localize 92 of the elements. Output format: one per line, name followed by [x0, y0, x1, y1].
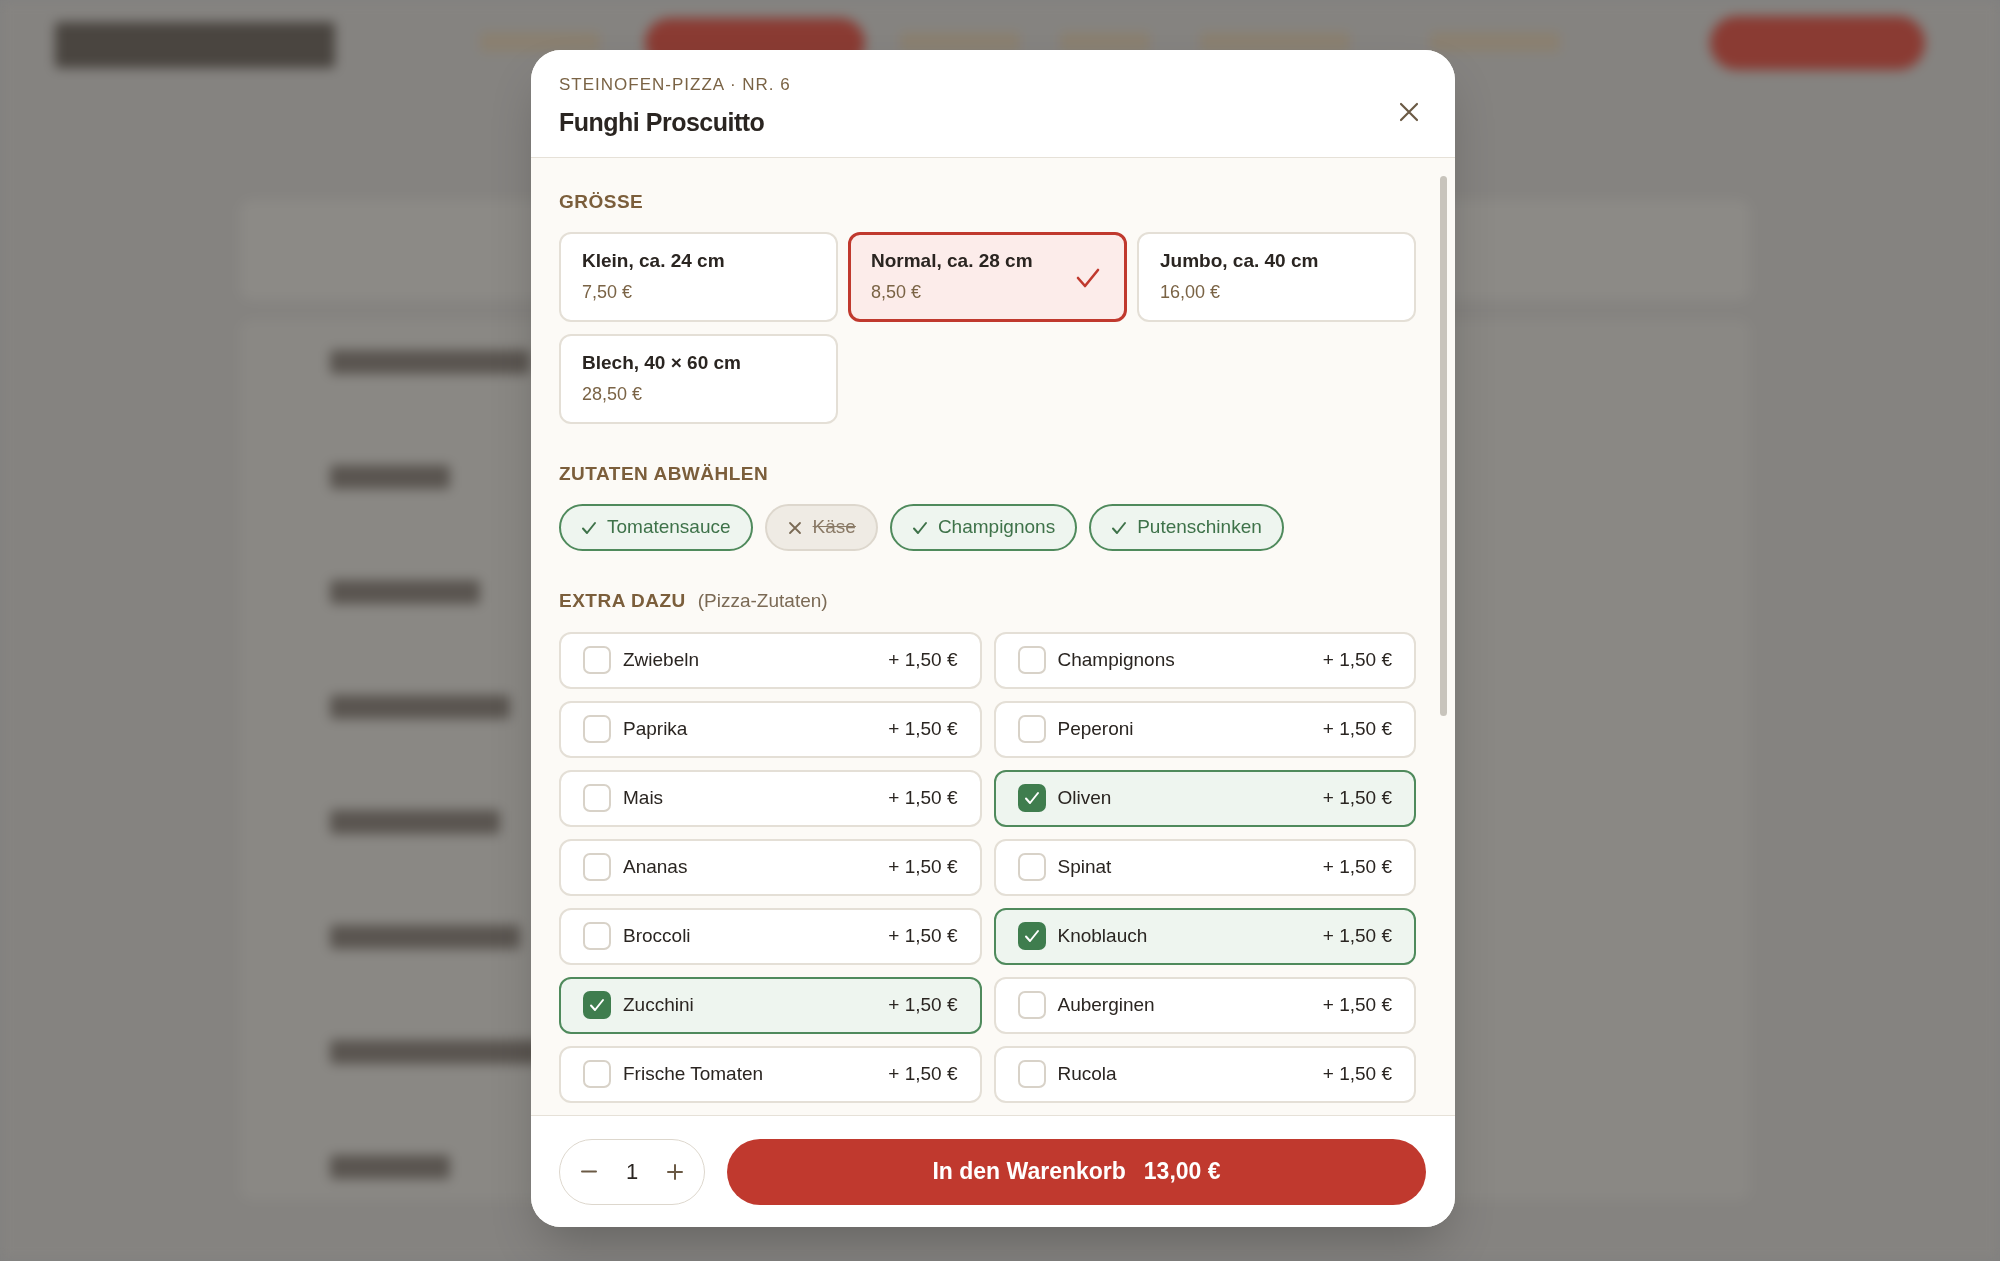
size-label: Blech, 40 × 60 cm	[582, 350, 742, 375]
size-label: Klein, ca. 24 cm	[582, 248, 726, 273]
extra-option-row[interactable]: Paprika + 1,50 €	[559, 700, 982, 758]
size-label: Jumbo, ca. 40 cm	[1160, 248, 1320, 273]
extra-price: + 1,50 €	[888, 647, 958, 672]
checkbox[interactable]	[1017, 991, 1046, 1019]
checkmark-icon	[1076, 266, 1100, 289]
extra-price: + 1,50 €	[888, 923, 958, 948]
extra-option-row[interactable]: Oliven + 1,50 €	[993, 769, 1416, 827]
ingredient-chip[interactable]: Champignons	[889, 504, 1078, 551]
checkbox[interactable]	[1017, 784, 1046, 812]
check-icon	[911, 519, 928, 536]
extra-price: + 1,50 €	[888, 785, 958, 810]
extra-option-row[interactable]: Champignons + 1,50 €	[993, 631, 1416, 689]
check-icon	[1111, 519, 1128, 536]
extra-price: + 1,50 €	[888, 854, 958, 879]
checkbox[interactable]	[583, 991, 611, 1019]
extra-option-row[interactable]: Zucchini + 1,50 €	[559, 976, 982, 1034]
quantity-value: 1	[625, 1158, 639, 1186]
extra-price: + 1,50 €	[1322, 716, 1392, 741]
checkbox[interactable]	[583, 922, 611, 950]
section-note: (Pizza-Zutaten)	[697, 589, 828, 613]
extra-option-row[interactable]: Broccoli + 1,50 €	[559, 907, 982, 965]
scrollbar[interactable]	[1440, 176, 1447, 716]
extra-option-row[interactable]: Auberginen + 1,50 €	[993, 976, 1416, 1034]
extra-option-row[interactable]: Mais + 1,50 €	[559, 769, 982, 827]
extra-label: Champignons	[1057, 647, 1176, 672]
extra-price: + 1,50 €	[1322, 785, 1392, 810]
extra-label: Zwiebeln	[623, 647, 701, 672]
check-icon	[581, 519, 597, 536]
extra-label: Broccoli	[623, 923, 692, 948]
ingredient-chip[interactable]: Käse	[764, 504, 878, 551]
section-heading: GRÖSSE	[559, 190, 645, 214]
extra-label: Zucchini	[623, 992, 695, 1017]
extra-price: + 1,50 €	[888, 1061, 958, 1086]
extra-option-row[interactable]: Peperoni + 1,50 €	[993, 700, 1416, 758]
extra-label: Spinat	[1057, 854, 1113, 879]
checkbox[interactable]	[583, 646, 611, 674]
checkbox[interactable]	[583, 853, 611, 881]
extra-price: + 1,50 €	[888, 992, 958, 1017]
extra-option-row[interactable]: Spinat + 1,50 €	[993, 838, 1416, 896]
close-icon	[1399, 102, 1419, 122]
extra-price: + 1,50 €	[1322, 1061, 1392, 1086]
extra-option-row[interactable]: Rucola + 1,50 €	[993, 1045, 1416, 1103]
dialog-category: STEINOFEN-PIZZA · NR. 6	[559, 74, 791, 96]
plus-icon	[666, 1162, 684, 1181]
extra-option-row[interactable]: Frische Tomaten + 1,50 €	[559, 1045, 982, 1103]
size-label: Normal, ca. 28 cm	[871, 248, 1034, 273]
extra-option-row[interactable]: Knoblauch + 1,50 €	[993, 907, 1416, 965]
extra-label: Oliven	[1057, 785, 1113, 810]
extra-label: Ananas	[623, 854, 689, 879]
checkbox[interactable]	[1017, 646, 1046, 674]
extra-price: + 1,50 €	[1322, 854, 1392, 879]
extra-option-row[interactable]: Zwiebeln + 1,50 €	[559, 631, 982, 689]
extra-label: Knoblauch	[1057, 923, 1149, 948]
extra-label: Rucola	[1057, 1061, 1118, 1086]
size-option[interactable]: Normal, ca. 28 cm 8,50 €	[848, 231, 1127, 322]
checkbox[interactable]	[583, 1060, 611, 1088]
cross-icon	[786, 519, 803, 536]
check-icon	[589, 997, 605, 1013]
checkbox[interactable]	[1017, 715, 1046, 743]
checkbox[interactable]	[1017, 853, 1046, 881]
minus-icon	[580, 1170, 598, 1173]
extra-label: Paprika	[623, 716, 689, 741]
size-option[interactable]: Klein, ca. 24 cm 7,50 €	[559, 231, 838, 322]
size-option[interactable]: Jumbo, ca. 40 cm 16,00 €	[1137, 231, 1416, 322]
extra-label: Peperoni	[1057, 716, 1135, 741]
ingredient-chip[interactable]: Putenschinken	[1089, 504, 1284, 551]
extra-price: + 1,50 €	[888, 716, 958, 741]
size-price: 8,50 €	[871, 281, 923, 305]
extra-price: + 1,50 €	[1322, 647, 1392, 672]
extra-price: + 1,50 €	[1322, 992, 1392, 1017]
extra-label: Mais	[623, 785, 665, 810]
checkbox[interactable]	[1017, 922, 1046, 950]
size-price: 16,00 €	[1160, 281, 1222, 305]
dialog-title: Funghi Proscuitto	[559, 106, 766, 138]
check-icon	[1023, 928, 1040, 944]
extra-option-row[interactable]: Ananas + 1,50 €	[559, 838, 982, 896]
size-price: 28,50 €	[582, 383, 644, 407]
extra-label: Auberginen	[1057, 992, 1156, 1017]
ingredient-chip[interactable]: Tomatensauce	[559, 504, 753, 551]
checkbox[interactable]	[1017, 1060, 1046, 1088]
checkbox[interactable]	[583, 784, 611, 812]
extra-price: + 1,50 €	[1322, 923, 1392, 948]
extra-label: Frische Tomaten	[623, 1061, 765, 1086]
size-price: 7,50 €	[582, 281, 634, 305]
section-heading: EXTRA DAZU	[559, 589, 686, 613]
check-icon	[1023, 790, 1040, 806]
add-to-cart-button[interactable]: In den Warenkorb 13,00 €	[727, 1138, 1426, 1205]
size-option[interactable]: Blech, 40 × 60 cm 28,50 €	[559, 333, 838, 424]
checkbox[interactable]	[583, 715, 611, 743]
section-heading: ZUTATEN ABWÄHLEN	[559, 461, 770, 486]
